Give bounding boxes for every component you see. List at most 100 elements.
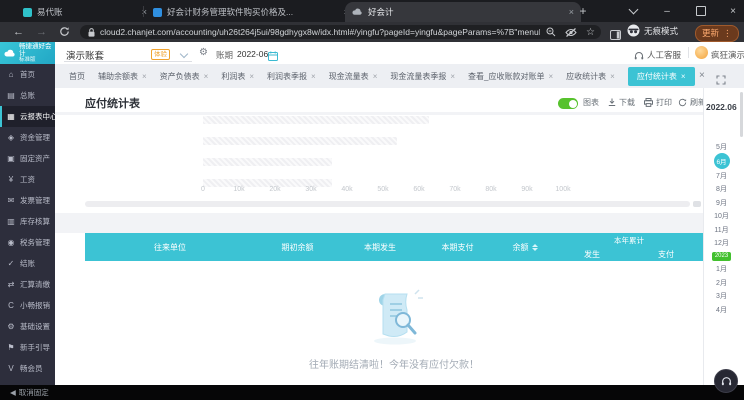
sidebar-item-home[interactable]: ⌂ 首页 bbox=[0, 64, 55, 85]
tab-close-icon[interactable]: × bbox=[142, 72, 147, 81]
support-link[interactable]: 人工客服 bbox=[647, 49, 681, 61]
tab-close-icon[interactable]: × bbox=[610, 72, 615, 81]
sidebar-item-settings[interactable]: ⚙ 基础设置 bbox=[0, 316, 55, 337]
horizontal-scrollbar[interactable] bbox=[85, 201, 690, 207]
column-current-incurred[interactable]: 本期发生 bbox=[340, 233, 420, 261]
window-restore-button[interactable] bbox=[686, 0, 716, 22]
sidebar-item-report-center[interactable]: ▦ 云报表中心 bbox=[0, 106, 58, 127]
tab-favicon bbox=[153, 7, 162, 17]
column-ytd-incurred[interactable]: 发生 bbox=[555, 247, 629, 261]
avatar[interactable] bbox=[695, 46, 708, 59]
tab-close-icon[interactable]: × bbox=[204, 72, 209, 81]
tab-payable-stats[interactable]: 应付统计表 × bbox=[627, 66, 695, 86]
sidebar-item-funds[interactable]: ◈ 资金管理 bbox=[0, 127, 55, 148]
assistant-button[interactable] bbox=[714, 369, 738, 393]
period-month[interactable]: 10月 bbox=[714, 210, 729, 223]
eye-blocked-icon[interactable] bbox=[565, 27, 577, 37]
period-month[interactable]: 11月 bbox=[714, 223, 728, 236]
incognito-badge[interactable]: 无痕模式 bbox=[627, 24, 678, 37]
column-opening-balance[interactable]: 期初余额 bbox=[255, 233, 340, 261]
tab-close-icon[interactable]: × bbox=[450, 72, 455, 81]
close-all-tabs-icon[interactable]: × bbox=[699, 70, 705, 81]
column-balance[interactable]: 余额 bbox=[495, 233, 555, 261]
vertical-scrollbar[interactable] bbox=[740, 92, 743, 137]
period-month[interactable]: 1月 bbox=[716, 263, 727, 276]
browser-tab-haokuaiji-app[interactable]: 好会计 × bbox=[345, 2, 581, 22]
tab-receivable-statement[interactable]: 查看_应收账款对账单 × bbox=[468, 71, 553, 82]
tab-aux-balance[interactable]: 辅助余额表 × bbox=[98, 71, 147, 82]
bookmark-star-icon[interactable]: ☆ bbox=[586, 27, 595, 38]
download-button[interactable]: 下载 bbox=[608, 97, 635, 108]
horizontal-scrollbar-end[interactable] bbox=[693, 201, 701, 207]
reload-button[interactable] bbox=[59, 26, 70, 41]
refresh-button[interactable]: 刷新 bbox=[678, 97, 706, 108]
sidebar-item-payroll[interactable]: ¥ 工资 bbox=[0, 169, 55, 190]
tab-cashflow-quarterly[interactable]: 现金流量表季报 × bbox=[390, 71, 455, 82]
period-month[interactable]: 4月 bbox=[716, 303, 727, 316]
tab-title: 易代账 bbox=[37, 7, 63, 17]
column-ytd-paid[interactable]: 支付 bbox=[629, 247, 703, 261]
sidebar-item-general-ledger[interactable]: ▤ 总账 bbox=[0, 85, 55, 106]
window-minimize-button[interactable]: – bbox=[652, 0, 682, 22]
new-tab-button[interactable]: + bbox=[572, 0, 594, 22]
collapse-arrow-icon[interactable]: ◀ bbox=[10, 388, 16, 397]
settings-gear-icon[interactable]: ⚙ bbox=[199, 47, 208, 58]
tab-cashflow[interactable]: 现金流量表 × bbox=[329, 71, 378, 82]
user-name[interactable]: 疯狂演示4w... bbox=[711, 49, 744, 61]
column-current-paid[interactable]: 本期支付 bbox=[420, 233, 495, 261]
tab-receivable-stats[interactable]: 应收统计表 × bbox=[566, 71, 615, 82]
browser-update-button[interactable]: 更新 ⋮ bbox=[695, 24, 739, 42]
tab-close-icon[interactable]: × bbox=[681, 72, 686, 81]
tab-close-icon[interactable]: × bbox=[548, 72, 553, 81]
period-month[interactable]: 12月 bbox=[714, 236, 729, 249]
tab-income-quarterly[interactable]: 利润表季报 × bbox=[267, 71, 316, 82]
tab-balance-sheet[interactable]: 资产负债表 × bbox=[160, 71, 209, 82]
sidebar-item-closing[interactable]: ✓ 结账 bbox=[0, 253, 55, 274]
period-month[interactable]: 7月 bbox=[716, 169, 727, 182]
period-month[interactable]: 2月 bbox=[716, 276, 727, 289]
period-month-current[interactable]: 6月 bbox=[713, 153, 730, 170]
sidebar-item-inventory[interactable]: ▥ 库存核算 bbox=[0, 211, 55, 232]
lock-icon[interactable] bbox=[88, 27, 95, 37]
browser-tab-yidaizhang[interactable]: 易代账 × bbox=[16, 2, 154, 22]
chart-toggle[interactable] bbox=[558, 98, 578, 109]
account-set-name[interactable]: 演示账套 bbox=[66, 48, 104, 62]
sidebar-item-guide[interactable]: ⚑ 新手引导 bbox=[0, 337, 55, 358]
print-button[interactable]: 打印 bbox=[644, 97, 672, 108]
divider bbox=[55, 112, 703, 115]
tab-income-statement[interactable]: 利润表 × bbox=[221, 71, 254, 82]
tab-close-icon[interactable]: × bbox=[249, 72, 254, 81]
sort-icon[interactable] bbox=[531, 243, 538, 251]
forward-button[interactable]: → bbox=[36, 25, 47, 39]
unpin-label[interactable]: 取消固定 bbox=[19, 387, 49, 398]
home-icon: ⌂ bbox=[8, 70, 14, 79]
sidebar-item-membership[interactable]: V 畅会员 bbox=[0, 358, 55, 379]
sidebar-item-tax[interactable]: ◉ 税务管理 bbox=[0, 232, 55, 253]
period-month[interactable]: 3月 bbox=[716, 290, 727, 303]
rail-current-period[interactable]: 2022.06 bbox=[706, 102, 737, 112]
period-month[interactable]: 5月 bbox=[716, 140, 727, 153]
browser-tab-haokuaiji-site[interactable]: 好会计财务管理软件购买价格及... × bbox=[146, 2, 356, 22]
tab-close-icon[interactable]: × bbox=[311, 72, 316, 81]
sidebar-item-invoice[interactable]: ✉ 发票管理 bbox=[0, 190, 55, 211]
column-partner[interactable]: 往来单位 bbox=[85, 233, 255, 261]
browser-menu-icon[interactable]: ⋮ bbox=[723, 28, 732, 39]
period-month[interactable]: 8月 bbox=[716, 183, 727, 196]
browser-window: 易代账 × 好会计财务管理软件购买价格及... × 好会计 × + – × ← … bbox=[0, 0, 744, 400]
tab-search-button[interactable] bbox=[618, 0, 648, 22]
address-bar[interactable]: cloud2.chanjet.com/accounting/uh26t264j5… bbox=[80, 25, 601, 39]
sidebar-item-label: 库存核算 bbox=[20, 217, 50, 226]
tab-close-icon[interactable]: × bbox=[373, 72, 378, 81]
tab-home[interactable]: 首页 bbox=[69, 71, 85, 82]
period-month[interactable]: 9月 bbox=[716, 196, 727, 209]
sidebar-item-settlement[interactable]: ⇄ 汇算清缴 bbox=[0, 274, 55, 295]
url-text[interactable]: cloud2.chanjet.com/accounting/uh26t264j5… bbox=[100, 27, 540, 37]
window-close-button[interactable]: × bbox=[718, 0, 744, 22]
back-button[interactable]: ← bbox=[13, 25, 24, 39]
zoom-out-icon[interactable] bbox=[546, 27, 556, 37]
sidebar-item-label: 汇算清缴 bbox=[20, 280, 50, 289]
sidebar-item-fixed-assets[interactable]: ▣ 固定资产 bbox=[0, 148, 55, 169]
cloud-favicon bbox=[352, 8, 362, 15]
period-value[interactable]: 2022-06 bbox=[237, 49, 268, 59]
sidebar-item-expense[interactable]: C 小畅报销 bbox=[0, 295, 55, 316]
